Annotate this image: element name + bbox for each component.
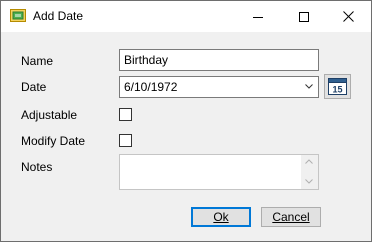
notes-textarea[interactable]	[119, 154, 319, 190]
adjustable-checkbox[interactable]	[119, 108, 132, 121]
calendar-icon: 15	[328, 78, 347, 95]
ok-button-label: Ok	[213, 210, 229, 224]
modify-date-checkbox[interactable]	[119, 134, 132, 147]
ok-button[interactable]: Ok	[191, 207, 251, 227]
chevron-down-icon	[305, 84, 313, 89]
minimize-button[interactable]	[235, 1, 281, 32]
name-label: Name	[21, 54, 54, 68]
adjustable-label: Adjustable	[21, 108, 78, 122]
close-button[interactable]	[325, 1, 371, 32]
calendar-app-icon	[10, 9, 26, 22]
date-label: Date	[21, 80, 47, 94]
scroll-down-icon[interactable]	[305, 179, 313, 184]
minimize-icon	[253, 16, 263, 18]
cancel-button[interactable]: Cancel	[261, 207, 321, 227]
calendar-button[interactable]: 15	[324, 74, 351, 99]
notes-scrollbar[interactable]	[301, 155, 318, 189]
scroll-up-icon[interactable]	[305, 159, 313, 164]
notes-label: Notes	[21, 160, 53, 174]
date-combobox[interactable]: 6/10/1972	[119, 76, 319, 98]
calendar-day-text: 15	[332, 85, 342, 95]
close-icon	[342, 11, 354, 22]
add-date-dialog: Add Date Name Birthday Date 6/10/1972 15…	[0, 0, 372, 242]
modify-date-label: Modify Date	[21, 134, 86, 148]
window-title: Add Date	[33, 9, 84, 23]
cancel-button-label: Cancel	[272, 210, 310, 224]
title-bar[interactable]: Add Date	[1, 1, 371, 32]
maximize-button[interactable]	[281, 1, 327, 32]
name-input[interactable]: Birthday	[119, 49, 319, 71]
date-value: 6/10/1972	[124, 80, 178, 94]
maximize-icon	[299, 11, 309, 22]
